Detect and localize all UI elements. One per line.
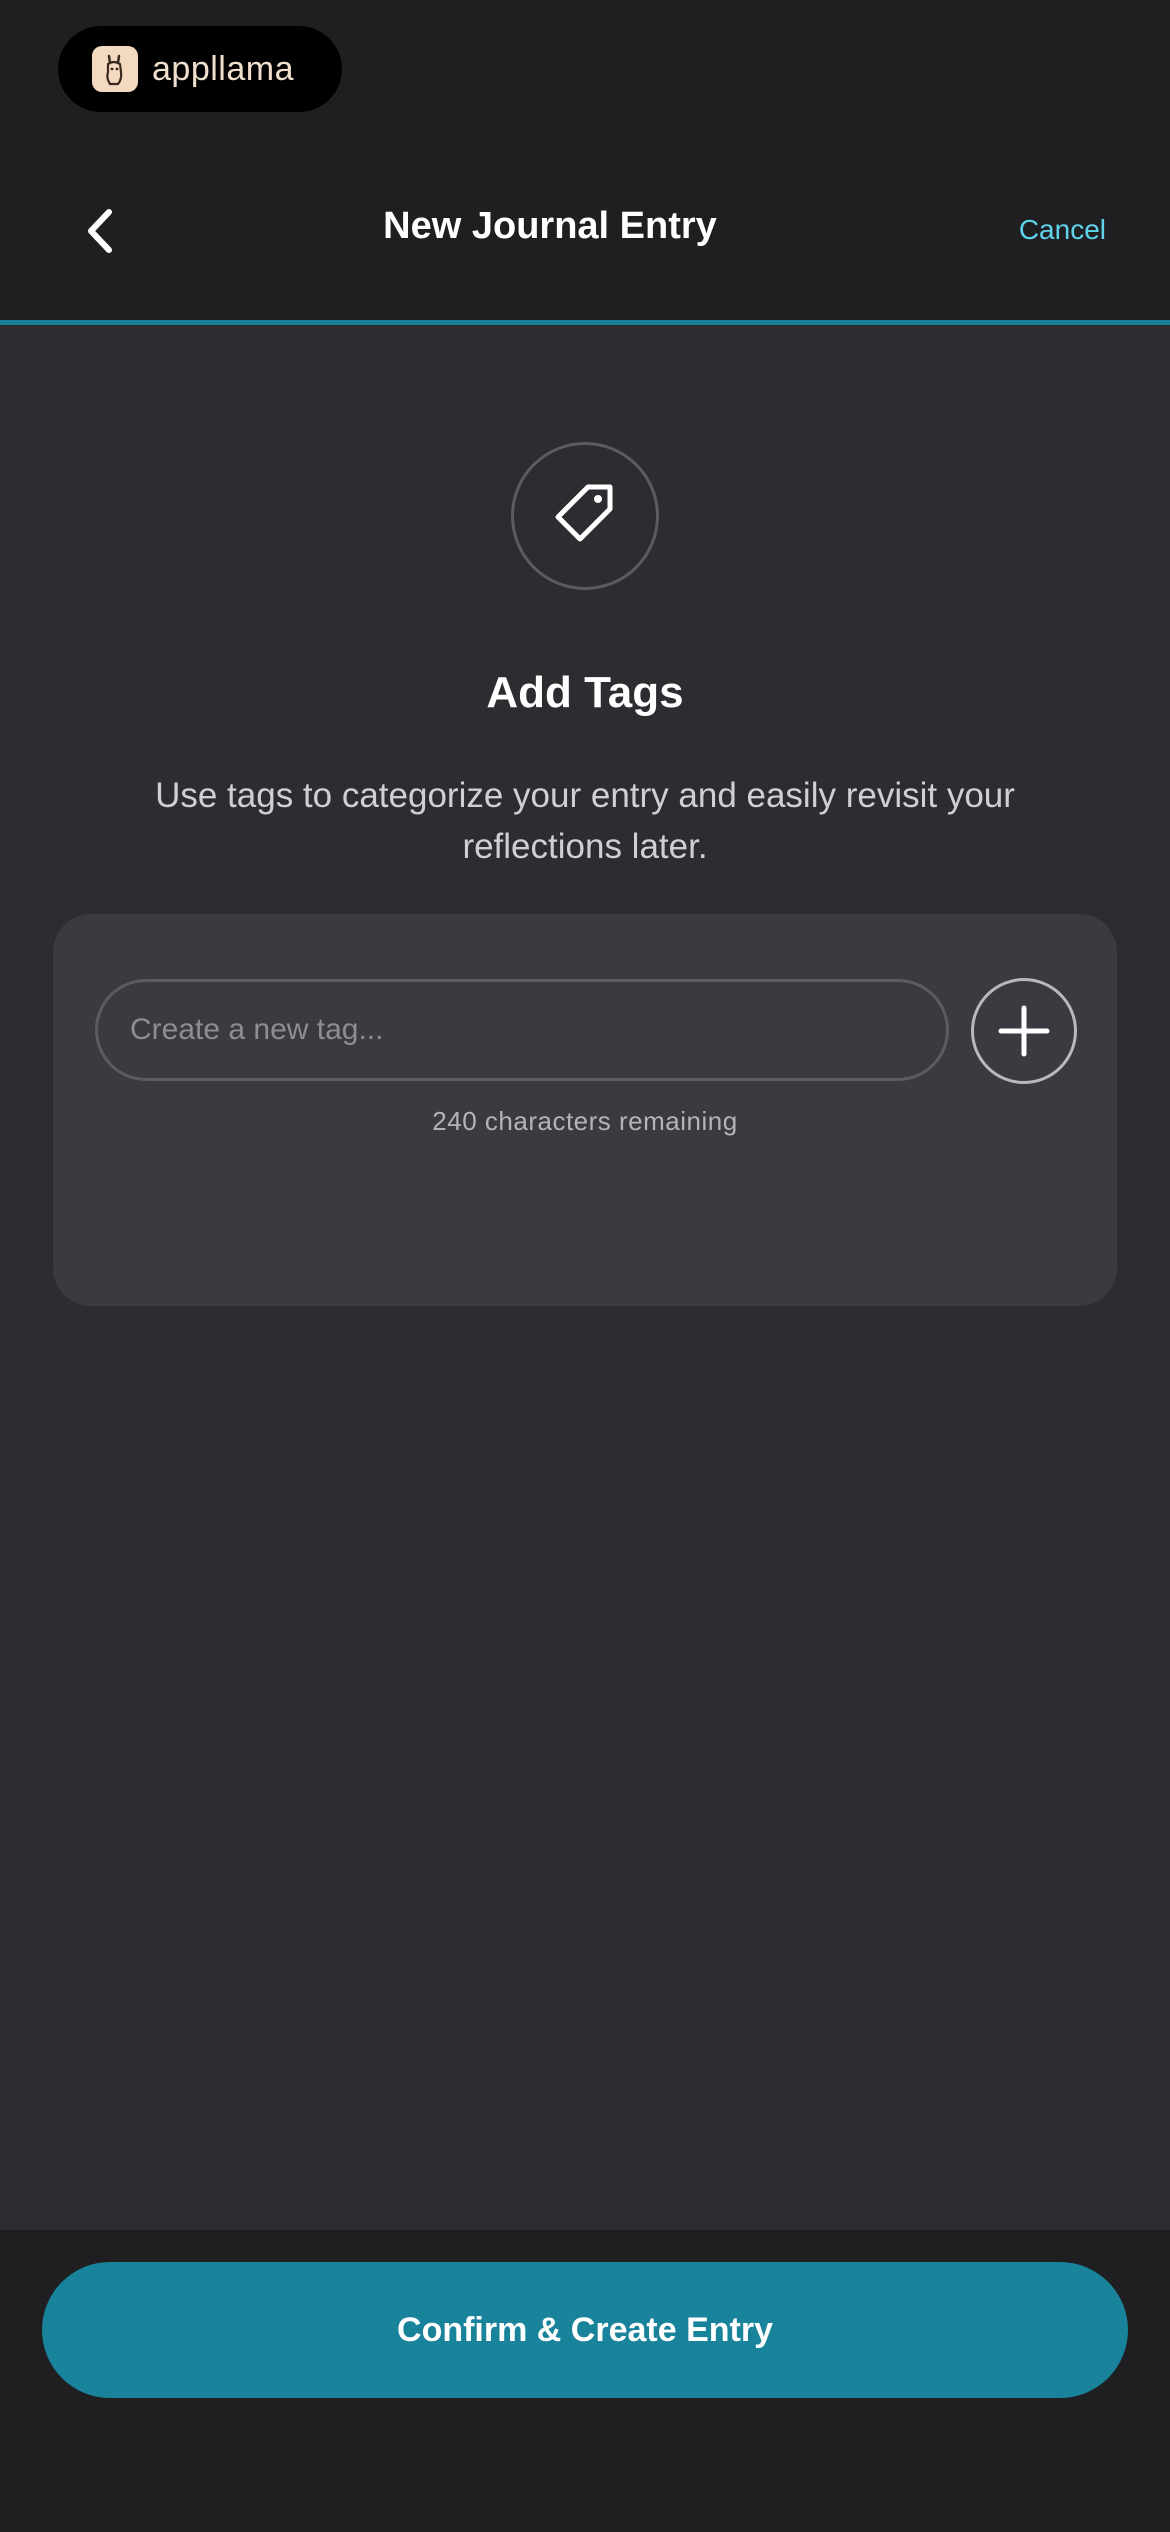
top-bar: appllama New Journal Entry Cancel [0,0,1170,322]
tag-input-card: 240 characters remaining [53,914,1117,1306]
chevron-left-icon [88,209,112,253]
page-title: New Journal Entry [383,205,717,247]
section-heading: Add Tags [486,668,684,717]
llama-icon [92,46,138,92]
section-description: Use tags to categorize your entry and ea… [155,776,1015,866]
plus-icon [998,1005,1050,1057]
bottom-bar: Confirm & Create Entry [0,2230,1170,2532]
add-tag-button[interactable] [971,978,1077,1084]
tag-icon [555,484,613,542]
back-button[interactable] [70,196,130,266]
header-divider [0,320,1170,325]
cancel-button[interactable]: Cancel [1019,214,1106,246]
new-journal-entry-screen: appllama New Journal Entry Cancel Add Ta… [0,0,1170,2532]
tag-input[interactable] [95,979,949,1081]
characters-remaining: 240 characters remaining [432,1106,738,1136]
tag-icon-badge [511,442,659,590]
app-logo-text: appllama [152,49,294,88]
confirm-create-entry-button[interactable]: Confirm & Create Entry [42,2262,1128,2398]
app-logo: appllama [58,26,342,112]
